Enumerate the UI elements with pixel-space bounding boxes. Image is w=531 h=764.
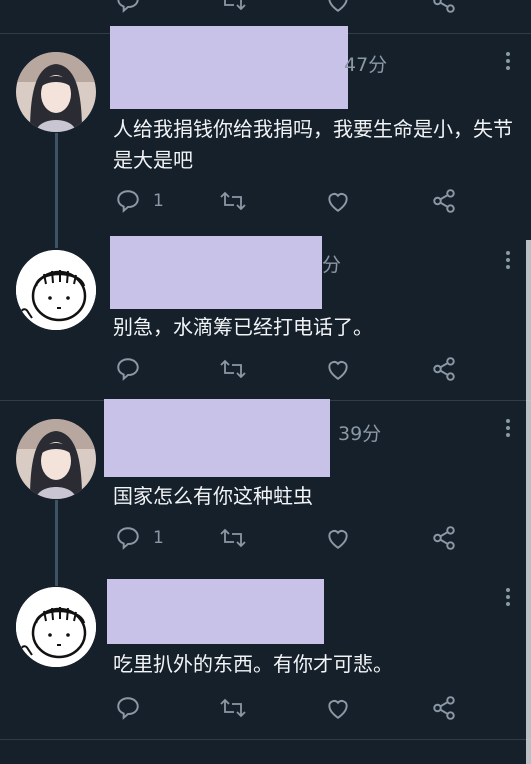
tweet-text: 人给我捐钱你给我捐吗，我要生命是小，失节是大是吧 <box>113 117 513 172</box>
more-icon[interactable] <box>500 52 516 72</box>
like-icon <box>328 193 348 212</box>
reply-thread-feed: 47分 人给我捐钱你给我捐吗，我要生命是小，失节是大是吧 1 分 别急，水滴筹已… <box>0 0 531 764</box>
avatar[interactable] <box>16 419 96 499</box>
reply-count: 1 <box>153 191 164 211</box>
share-button[interactable] <box>431 354 457 384</box>
share-button[interactable] <box>431 186 457 216</box>
retweet-button[interactable] <box>219 186 247 216</box>
retweet-icon[interactable] <box>219 0 247 14</box>
girl-photo-avatar-icon <box>16 52 96 132</box>
scrollbar[interactable] <box>526 240 531 764</box>
tweet-3[interactable]: 39分 国家怎么有你这种蛀虫 1 <box>0 399 531 571</box>
share-icon <box>433 357 455 381</box>
tweet-text: 别急，水滴筹已经打电话了。 <box>113 315 373 339</box>
share-icon[interactable] <box>431 0 457 14</box>
reply-icon <box>117 190 139 213</box>
timestamp: 47分 <box>344 54 388 76</box>
like-button[interactable] <box>325 693 351 723</box>
like-icon[interactable] <box>325 0 351 14</box>
share-button[interactable] <box>431 523 457 553</box>
cartoon-face-avatar-icon <box>16 250 96 330</box>
retweet-icon <box>220 528 246 548</box>
retweet-button[interactable] <box>219 523 247 553</box>
redacted-username <box>107 579 324 644</box>
reply-count: 1 <box>153 528 164 548</box>
reply-button[interactable] <box>115 354 153 384</box>
avatar[interactable] <box>16 250 96 330</box>
share-button[interactable] <box>431 693 457 723</box>
tweet-4[interactable]: 吃里扒外的东西。有你才可悲。 <box>0 571 531 739</box>
retweet-button[interactable] <box>219 354 247 384</box>
retweet-button[interactable] <box>219 693 247 723</box>
avatar[interactable] <box>16 587 96 667</box>
reply-icon <box>117 358 139 381</box>
cartoon-face-avatar-icon <box>16 587 96 667</box>
avatar[interactable] <box>16 52 96 132</box>
share-icon <box>433 189 455 213</box>
divider <box>0 739 531 740</box>
tweet-text: 吃里扒外的东西。有你才可悲。 <box>113 652 393 676</box>
girl-photo-avatar-icon <box>16 419 96 499</box>
like-icon <box>328 361 348 380</box>
like-button[interactable] <box>325 523 351 553</box>
tweet-2[interactable]: 分 别急，水滴筹已经打电话了。 <box>0 234 531 400</box>
more-icon[interactable] <box>500 588 516 608</box>
share-icon <box>433 696 455 720</box>
reply-button[interactable]: 1 <box>115 523 164 553</box>
more-icon[interactable] <box>500 251 516 271</box>
more-icon[interactable] <box>500 419 516 439</box>
like-icon <box>328 700 348 719</box>
redacted-username <box>110 236 322 309</box>
retweet-icon <box>220 191 246 211</box>
redacted-username <box>104 399 330 477</box>
reply-icon <box>117 697 139 720</box>
tweet-1[interactable]: 47分 人给我捐钱你给我捐吗，我要生命是小，失节是大是吧 1 <box>0 26 531 234</box>
tweet-text: 国家怎么有你这种蛀虫 <box>113 484 313 508</box>
redacted-username <box>110 26 348 109</box>
like-icon <box>328 530 348 549</box>
retweet-icon <box>220 359 246 379</box>
retweet-icon <box>220 698 246 718</box>
like-button[interactable] <box>325 186 351 216</box>
reply-icon <box>117 527 139 550</box>
timestamp: 分 <box>322 254 342 276</box>
timestamp: 39分 <box>338 423 382 445</box>
like-button[interactable] <box>325 354 351 384</box>
reply-icon[interactable] <box>115 0 141 14</box>
reply-button[interactable] <box>115 693 153 723</box>
previous-tweet-actions <box>0 0 531 20</box>
reply-button[interactable]: 1 <box>115 186 164 216</box>
share-icon <box>433 526 455 550</box>
